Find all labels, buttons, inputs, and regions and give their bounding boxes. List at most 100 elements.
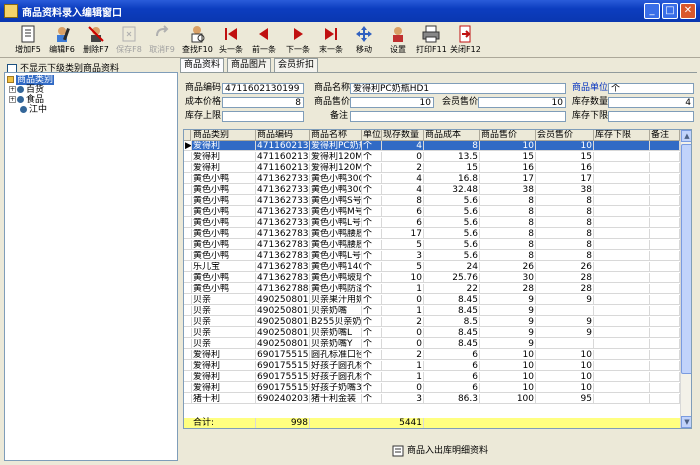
table-cell[interactable]: 10 (536, 372, 594, 382)
table-cell[interactable]: 5.6 (424, 196, 480, 206)
table-cell[interactable]: 5 (382, 262, 424, 272)
table-cell[interactable]: 16 (536, 163, 594, 173)
table-cell[interactable]: 好孩子圆孔标 (310, 372, 362, 382)
row-indicator[interactable] (184, 317, 192, 327)
column-header[interactable]: 现存数量 (382, 130, 424, 141)
table-cell[interactable] (594, 152, 650, 162)
table-cell[interactable] (594, 174, 650, 184)
table-cell[interactable]: 黄色小鸭 (192, 174, 256, 184)
table-cell[interactable] (650, 152, 680, 162)
table-cell[interactable]: 个 (362, 350, 382, 360)
table-row[interactable]: 爱得利6901755155967好孩子奶嘴3号个061010 (184, 383, 680, 393)
table-row[interactable]: 爱得利6901755155875好孩子圆孔标个161010 (184, 372, 680, 382)
table-cell[interactable]: 10 (536, 361, 594, 371)
table-cell[interactable]: 1 (382, 306, 424, 316)
table-cell[interactable] (650, 383, 680, 393)
table-cell[interactable]: 8 (424, 141, 480, 151)
table-cell[interactable]: 6901755155967 (256, 383, 310, 393)
table-cell[interactable]: 个 (362, 229, 382, 239)
table-cell[interactable]: 黄色小鸭 (192, 251, 256, 261)
table-cell[interactable]: 6 (382, 207, 424, 217)
table-cell[interactable]: 8 (480, 196, 536, 206)
table-cell[interactable]: 8 (480, 251, 536, 261)
table-cell[interactable]: 黄色小鸭L号奶 (310, 218, 362, 228)
table-cell[interactable]: 38 (536, 185, 594, 195)
table-cell[interactable] (650, 207, 680, 217)
print-button[interactable]: 打印F11 (416, 22, 447, 58)
table-cell[interactable]: 好孩子圆孔标 (310, 361, 362, 371)
table-row[interactable]: 黄色小鸭4713627330329黄色小鸭300M个432.483838 (184, 185, 680, 195)
table-row[interactable]: 贝亲4902508012546贝亲奶嘴个18.459 (184, 306, 680, 316)
tab-product-image[interactable]: 商品图片 (227, 58, 271, 72)
exit-button[interactable]: 关闭F12 (450, 22, 481, 58)
table-cell[interactable]: 17 (480, 174, 536, 184)
table-cell[interactable]: 6 (424, 350, 480, 360)
table-cell[interactable] (650, 262, 680, 272)
table-cell[interactable]: 8 (480, 218, 536, 228)
table-row[interactable]: 爱得利6901755155851圆孔标准口径个261010 (184, 350, 680, 360)
table-cell[interactable] (594, 361, 650, 371)
table-cell[interactable]: 个 (362, 240, 382, 250)
table-cell[interactable]: 26 (536, 262, 594, 272)
name-field[interactable]: 爱得利PC奶瓶HD1 (350, 83, 566, 94)
table-cell[interactable]: 9 (480, 317, 536, 327)
table-cell[interactable]: 黄色小鸭300M (310, 174, 362, 184)
table-cell[interactable]: 个 (362, 218, 382, 228)
table-row[interactable]: 黄色小鸭4713627330503黄色小鸭S号奶个85.688 (184, 196, 680, 206)
tab-member-discount[interactable]: 会员折扣 (274, 58, 318, 72)
scroll-up-icon[interactable]: ▲ (681, 130, 691, 142)
table-row[interactable]: ▶爱得利4711602130199爱得利PC奶瓶个481010 (184, 141, 680, 151)
tab-product-info[interactable]: 商品资料 (180, 58, 224, 73)
save-button[interactable]: 保存F8 (115, 22, 143, 58)
table-row[interactable]: 爱得利6901755155868好孩子圆孔标个161010 (184, 361, 680, 371)
table-cell[interactable]: 黄色小鸭腰胶 (310, 240, 362, 250)
table-cell[interactable] (594, 163, 650, 173)
table-cell[interactable]: 6901755155851 (256, 350, 310, 360)
tree-node-root[interactable]: 商品类别 (7, 75, 55, 85)
table-cell[interactable] (650, 273, 680, 283)
table-cell[interactable]: 15 (424, 163, 480, 173)
table-cell[interactable]: 5.6 (424, 251, 480, 261)
table-cell[interactable] (650, 284, 680, 294)
table-cell[interactable]: 4902508010597 (256, 295, 310, 305)
previous-record-button[interactable]: 前一条 (251, 22, 277, 58)
table-cell[interactable]: 个 (362, 141, 382, 151)
row-indicator[interactable] (184, 229, 192, 239)
table-cell[interactable]: 28 (536, 284, 594, 294)
table-cell[interactable]: 爱得利 (192, 361, 256, 371)
table-cell[interactable] (594, 372, 650, 382)
next-record-button[interactable]: 下一条 (285, 22, 311, 58)
table-cell[interactable]: 个 (362, 196, 382, 206)
table-cell[interactable]: 8 (536, 218, 594, 228)
row-indicator[interactable]: ▶ (184, 141, 192, 151)
price-field[interactable]: 10 (350, 97, 434, 108)
member-price-field[interactable]: 10 (478, 97, 566, 108)
table-cell[interactable]: 17 (536, 174, 594, 184)
table-cell[interactable] (594, 383, 650, 393)
table-row[interactable]: 猪十利6902402030001猪十利金装个386.310095 (184, 394, 680, 404)
table-cell[interactable]: 9 (480, 306, 536, 316)
table-cell[interactable] (594, 240, 650, 250)
first-record-button[interactable]: 头一条 (218, 22, 244, 58)
table-cell[interactable]: 4713627330503 (256, 196, 310, 206)
table-row[interactable]: 爱得利4711602134151爱得利120ML玻个2151616 (184, 163, 680, 173)
table-cell[interactable]: 15 (536, 152, 594, 162)
row-indicator[interactable] (184, 207, 192, 217)
table-cell[interactable] (594, 251, 650, 261)
row-indicator[interactable] (184, 196, 192, 206)
table-cell[interactable]: 4713627833277 (256, 273, 310, 283)
table-cell[interactable]: 10 (480, 361, 536, 371)
table-cell[interactable]: 黄色小鸭玻璃 (310, 273, 362, 283)
row-indicator[interactable] (184, 372, 192, 382)
table-row[interactable]: 黄色小鸭4713627833277黄色小鸭玻璃个1025.763028 (184, 273, 680, 283)
table-cell[interactable]: 黄色小鸭140M (310, 262, 362, 272)
table-cell[interactable]: 4902508012553 (256, 317, 310, 327)
table-cell[interactable]: 4711602131426 (256, 152, 310, 162)
maximize-button[interactable]: □ (662, 3, 678, 19)
table-cell[interactable]: 个 (362, 174, 382, 184)
table-cell[interactable]: 26 (480, 262, 536, 272)
table-cell[interactable]: 贝亲奶嘴L (310, 328, 362, 338)
table-cell[interactable]: 黄色小鸭M号奶 (310, 207, 362, 217)
table-cell[interactable] (650, 141, 680, 151)
delete-button[interactable]: 删除F7 (82, 22, 110, 58)
